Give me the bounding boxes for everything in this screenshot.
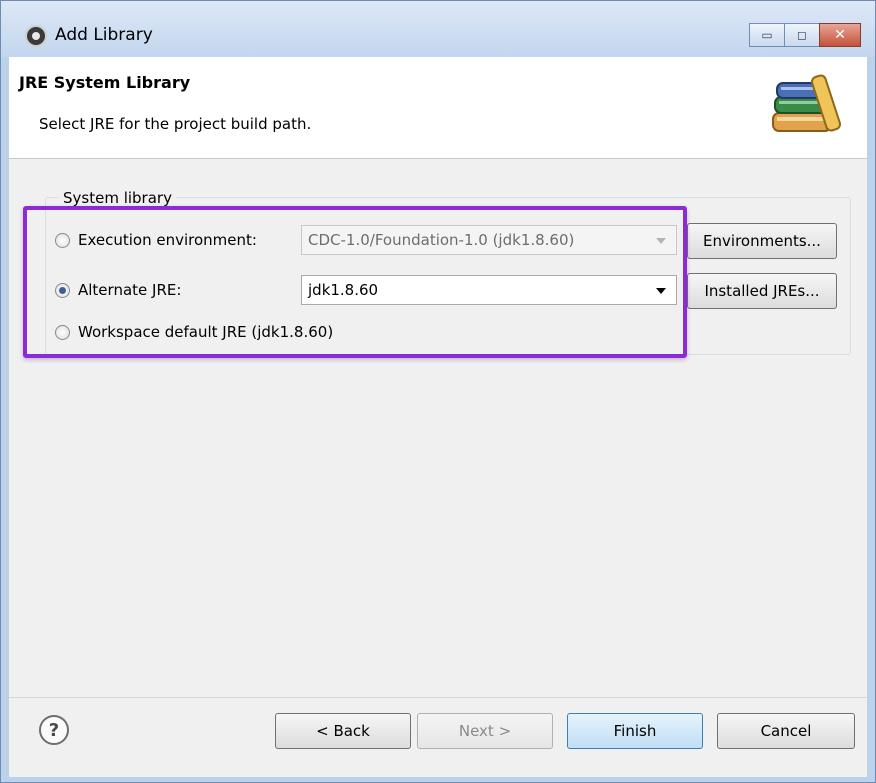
page-description: Select JRE for the project build path. xyxy=(39,115,312,133)
window-title: Add Library xyxy=(55,25,153,45)
cancel-button[interactable]: Cancel xyxy=(717,713,855,749)
close-button[interactable]: ✕ xyxy=(819,23,861,47)
maximize-button[interactable]: ◻ xyxy=(784,23,820,47)
next-button[interactable]: Next > xyxy=(417,713,553,749)
finish-button[interactable]: Finish xyxy=(567,713,703,749)
wizard-header: JRE System Library Select JRE for the pr… xyxy=(9,57,867,159)
system-library-label: System library xyxy=(59,189,176,207)
eclipse-icon xyxy=(25,25,47,47)
back-button[interactable]: < Back xyxy=(275,713,411,749)
minimize-button[interactable]: ▭ xyxy=(749,23,785,47)
installed-jres-button[interactable]: Installed JREs... xyxy=(687,273,837,309)
page-title: JRE System Library xyxy=(19,73,191,92)
add-library-dialog: Add Library ▭ ◻ ✕ JRE System Library Sel… xyxy=(0,0,876,783)
help-icon[interactable]: ? xyxy=(39,715,69,745)
title-bar[interactable]: Add Library ▭ ◻ ✕ xyxy=(1,1,875,57)
environments-button[interactable]: Environments... xyxy=(687,223,837,259)
books-icon xyxy=(772,74,842,132)
dialog-client-area: JRE System Library Select JRE for the pr… xyxy=(9,57,867,777)
footer-separator xyxy=(9,697,867,698)
highlight-annotation-box xyxy=(23,206,687,358)
caption-buttons: ▭ ◻ ✕ xyxy=(749,23,861,47)
